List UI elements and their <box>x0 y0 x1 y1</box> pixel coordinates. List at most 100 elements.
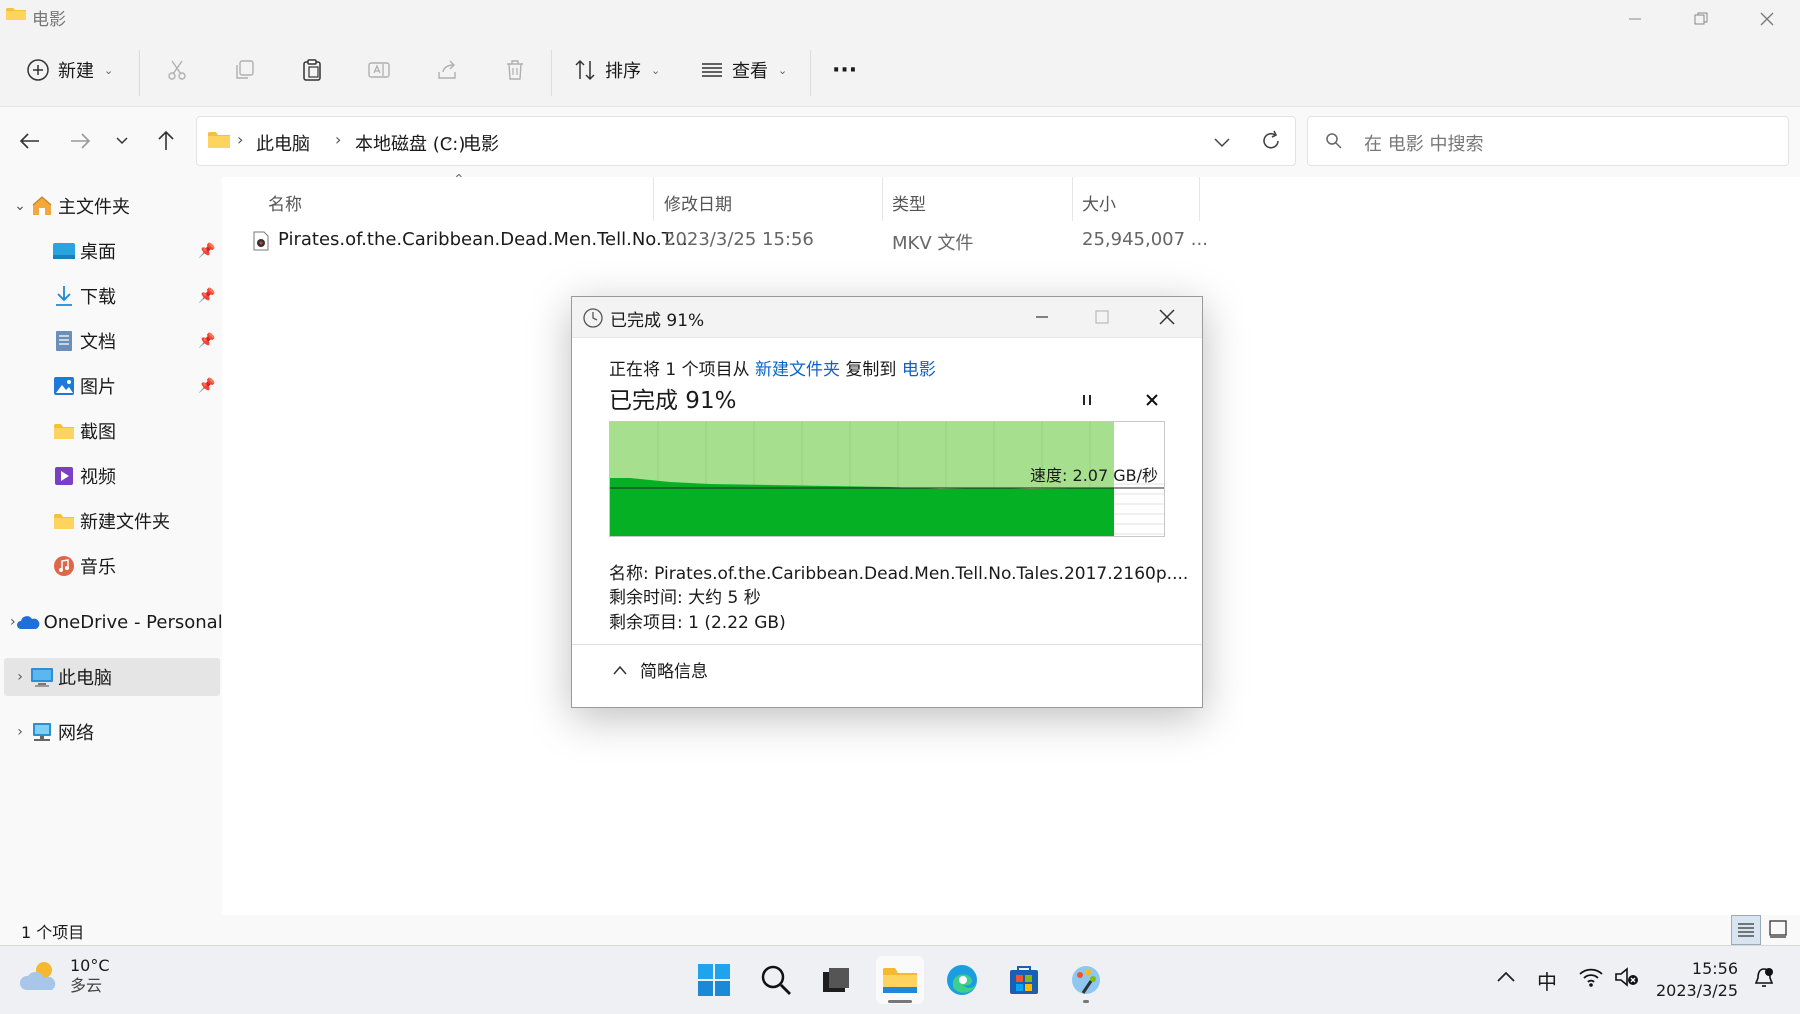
less-details-button[interactable]: 简略信息 <box>612 657 708 682</box>
column-divider[interactable] <box>1072 177 1073 221</box>
copy-icon <box>236 60 254 79</box>
clock-icon <box>583 308 603 328</box>
breadcrumb-movies[interactable]: 电影 <box>463 130 499 156</box>
start-button[interactable] <box>690 956 738 1004</box>
chevron-right-icon: › <box>446 130 453 149</box>
recent-locations-button[interactable] <box>104 123 140 159</box>
navigation-row: › 此电脑 › 本地磁盘 (C:) › 电影 在 电影 中搜索 <box>0 106 1800 177</box>
column-header-modified[interactable]: 修改日期 <box>664 185 732 219</box>
close-button[interactable] <box>1734 0 1800 38</box>
sidebar-item-pictures[interactable]: 图片 📌 <box>0 367 222 405</box>
sidebar-item-new-folder[interactable]: 新建文件夹 <box>0 502 222 540</box>
chevron-right-icon[interactable]: › <box>10 669 30 685</box>
cancel-copy-button[interactable] <box>1137 385 1167 415</box>
taskbar-paint[interactable] <box>1062 956 1110 1004</box>
view-button[interactable]: 查看 ⌄ <box>700 50 787 90</box>
new-label: 新建 <box>58 61 94 82</box>
speed-label: 速度: 2.07 GB/秒 <box>1030 466 1158 485</box>
notification-button[interactable] <box>1752 966 1776 994</box>
speaker-muted-icon <box>1615 967 1638 987</box>
column-divider[interactable] <box>1199 177 1200 221</box>
back-button[interactable] <box>12 123 48 159</box>
pin-icon[interactable]: 📌 <box>198 333 215 349</box>
minimize-icon <box>1629 18 1641 20</box>
sort-button[interactable]: 排序 ⌄ <box>573 50 660 90</box>
dialog-close-button[interactable] <box>1142 301 1192 333</box>
share-button[interactable] <box>430 53 464 87</box>
destination-folder-link[interactable]: 电影 <box>902 360 936 380</box>
input-method-indicator[interactable]: 中 <box>1537 966 1557 995</box>
less-details-label: 简略信息 <box>640 662 708 682</box>
table-row[interactable]: Pirates.of.the.Caribbean.Dead.Men.Tell.N… <box>222 221 1208 259</box>
taskbar-search-button[interactable] <box>752 956 800 1004</box>
restore-button[interactable] <box>1668 0 1734 38</box>
sidebar-item-home[interactable]: ⌄ 主文件夹 <box>0 187 222 225</box>
column-divider[interactable] <box>653 177 654 221</box>
sidebar-item-downloads[interactable]: 下载 📌 <box>0 277 222 315</box>
column-header-name[interactable]: 名称 <box>268 185 302 219</box>
paste-button[interactable] <box>295 53 329 87</box>
taskbar-edge[interactable] <box>938 956 986 1004</box>
search-placeholder[interactable]: 在 电影 中搜索 <box>1364 130 1483 156</box>
copy-description: 正在将 1 个项目从 新建文件夹 复制到 电影 <box>609 355 936 380</box>
column-label: 修改日期 <box>664 194 732 215</box>
weather-widget[interactable]: 10°C 多云 <box>20 956 110 996</box>
column-divider[interactable] <box>882 177 883 221</box>
show-hidden-icons-button[interactable] <box>1495 966 1517 992</box>
chevron-down-icon[interactable] <box>1213 133 1231 151</box>
new-button[interactable]: 新建 ⌄ <box>26 50 113 90</box>
dialog-maximize-button[interactable] <box>1077 301 1127 333</box>
clock[interactable]: 15:56 2023/3/25 <box>1652 958 1738 1002</box>
column-header-type[interactable]: 类型 <box>892 185 926 219</box>
dialog-minimize-button[interactable] <box>1017 301 1067 333</box>
search-box[interactable]: 在 电影 中搜索 <box>1307 116 1789 166</box>
pause-button[interactable] <box>1072 385 1102 415</box>
sidebar-item-this-pc[interactable]: › 此电脑 <box>4 658 220 696</box>
chevron-down-icon <box>116 137 128 145</box>
sidebar-item-music[interactable]: 音乐 <box>0 547 222 585</box>
taskbar-store[interactable] <box>1000 956 1048 1004</box>
folder-icon <box>6 8 26 20</box>
column-header-size[interactable]: 大小 <box>1082 185 1116 219</box>
refresh-icon[interactable] <box>1260 130 1282 152</box>
pin-icon[interactable]: 📌 <box>198 378 215 394</box>
cut-button[interactable] <box>160 53 194 87</box>
up-button[interactable] <box>148 123 184 159</box>
items-remaining-line: 剩余项目: 1 (2.22 GB) <box>609 613 786 633</box>
home-icon <box>30 194 54 218</box>
sidebar-item-documents[interactable]: 文档 📌 <box>0 322 222 360</box>
breadcrumb-this-pc[interactable]: 此电脑 <box>256 130 310 156</box>
close-icon <box>1146 394 1158 406</box>
chevron-down-icon: ⌄ <box>778 63 788 77</box>
more-options-button[interactable]: ··· <box>832 50 857 90</box>
details-view-button[interactable] <box>1731 915 1761 945</box>
copy-button[interactable] <box>228 53 262 87</box>
task-view-button[interactable] <box>812 956 860 1004</box>
minimize-button[interactable] <box>1602 0 1668 38</box>
forward-button[interactable] <box>62 123 98 159</box>
sidebar-item-onedrive[interactable]: › OneDrive - Personal <box>0 603 222 641</box>
wifi-status[interactable] <box>1578 966 1604 992</box>
source-folder-link[interactable]: 新建文件夹 <box>755 360 840 380</box>
pin-icon[interactable]: 📌 <box>198 243 215 259</box>
chevron-down-icon[interactable]: ⌄ <box>10 198 30 214</box>
volume-status[interactable] <box>1614 966 1640 992</box>
delete-button[interactable] <box>498 53 532 87</box>
sidebar-item-desktop[interactable]: 桌面 📌 <box>0 232 222 270</box>
copy-progress-dialog: 已完成 91% 正在将 1 个项目从 新建文件夹 复制到 电影 已完成 91% … <box>571 296 1203 708</box>
computer-icon <box>30 665 54 689</box>
address-bar[interactable]: › 此电脑 › 本地磁盘 (C:) › 电影 <box>196 116 1296 166</box>
rename-button[interactable] <box>362 53 396 87</box>
taskbar-file-explorer[interactable] <box>876 956 924 1004</box>
sidebar-item-screenshots[interactable]: 截图 <box>0 412 222 450</box>
item-count: 1 个项目 <box>21 923 85 942</box>
tiles-view-button[interactable] <box>1764 915 1792 943</box>
download-icon <box>52 284 76 308</box>
sidebar-item-videos[interactable]: 视频 <box>0 457 222 495</box>
pin-icon[interactable]: 📌 <box>198 288 215 304</box>
chevron-right-icon[interactable]: › <box>10 724 30 740</box>
sidebar-item-network[interactable]: › 网络 <box>0 713 222 751</box>
notification-bell-icon <box>1754 968 1774 987</box>
divider <box>572 644 1202 645</box>
column-label: 名称 <box>268 194 302 215</box>
